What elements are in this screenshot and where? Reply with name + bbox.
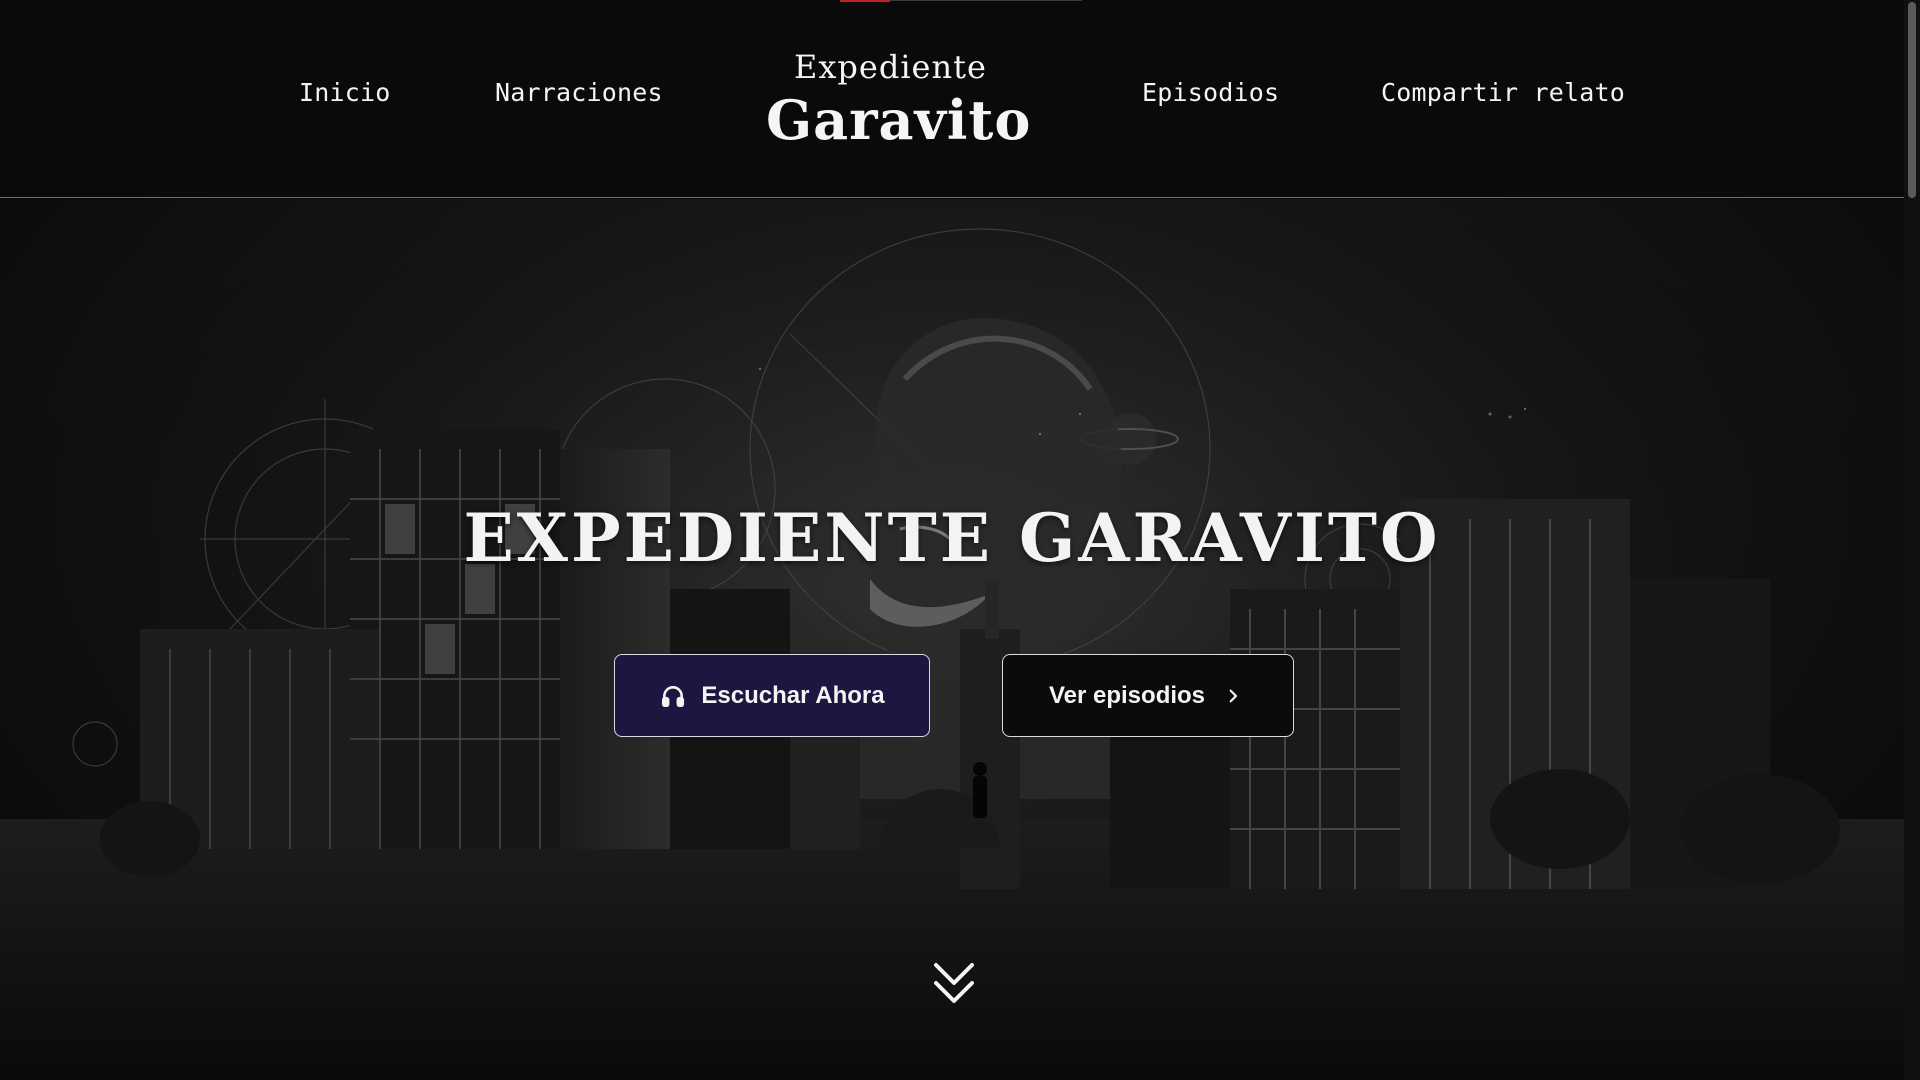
site-logo[interactable]: Expediente Garavito: [760, 40, 1040, 160]
hero-title: EXPEDIENTE GARAVITO: [463, 499, 1441, 577]
nav-link-compartir-relato[interactable]: Compartir relato: [1381, 78, 1625, 107]
listen-now-label: Escuchar Ahora: [701, 681, 885, 709]
headphones-icon: [659, 682, 687, 710]
view-episodes-button[interactable]: Ver episodios: [1002, 654, 1294, 737]
hero-background-illustration: [0, 199, 1904, 1080]
listen-now-button[interactable]: Escuchar Ahora: [614, 654, 930, 737]
nav-link-episodios[interactable]: Episodios: [1142, 78, 1279, 107]
scroll-down-indicator[interactable]: [932, 959, 976, 1009]
nav-link-inicio[interactable]: Inicio: [299, 78, 391, 107]
nav-link-narraciones[interactable]: Narraciones: [495, 78, 663, 107]
double-chevron-down-icon: [934, 963, 974, 1003]
site-header: Inicio Narraciones Expediente Garavito E…: [0, 0, 1904, 198]
scrollbar-thumb[interactable]: [1908, 2, 1916, 198]
top-accent-line: [890, 0, 1082, 1]
page-scrollbar[interactable]: [1904, 0, 1920, 1080]
logo-line-bottom: Garavito: [766, 88, 1032, 152]
top-accent-bar: [840, 0, 890, 2]
view-episodes-label: Ver episodios: [1048, 681, 1206, 709]
hero-section: EXPEDIENTE GARAVITO Escuchar Ahora Ver e…: [0, 199, 1904, 1080]
chevron-right-icon: [1219, 682, 1247, 710]
logo-line-top: Expediente: [794, 48, 987, 86]
